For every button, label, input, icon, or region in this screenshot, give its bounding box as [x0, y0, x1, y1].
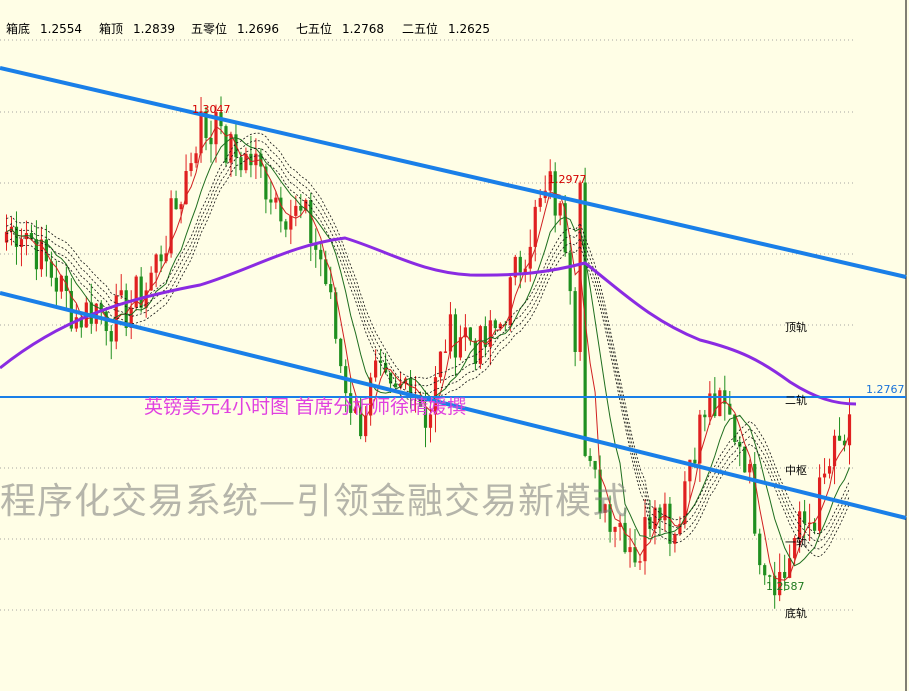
candle-body [478, 326, 482, 364]
stat-box-top: 箱顶 1.2839 [99, 20, 175, 37]
candle-body [733, 414, 737, 442]
chart-area: 箱底 1.2554 箱顶 1.2839 五零位 1.2696 七五位 1.2768 二五… [0, 0, 909, 691]
candle-body [533, 206, 537, 247]
candle-body [294, 205, 298, 216]
stat-twenty-five: 二五位 1.2625 [402, 20, 490, 37]
candle-body [284, 221, 288, 230]
candle-body [643, 517, 647, 562]
candle-body [817, 477, 822, 531]
candle-body [668, 503, 672, 544]
candle-body [837, 435, 842, 441]
candle-body [827, 466, 832, 474]
high-label-1: 1.3047 [192, 103, 231, 116]
candle-body [633, 547, 637, 563]
candle-body [768, 575, 772, 577]
candle-body [448, 314, 453, 352]
candle-body [274, 197, 278, 203]
candle-body [269, 199, 273, 203]
stat-label: 七五位 [296, 22, 333, 36]
stat-value: 1.2768 [342, 22, 385, 36]
candle-body [593, 460, 597, 470]
stat-value: 1.2554 [40, 22, 83, 36]
high-label-2: 1.2977 [548, 173, 587, 186]
candle-body [393, 383, 398, 388]
stat-value: 1.2696 [237, 22, 280, 36]
candle-body [738, 441, 742, 447]
level-2-label: 二轨 [785, 394, 807, 407]
candle-body [174, 198, 178, 210]
current-price-label: 1.2767 [866, 383, 905, 396]
candle-body [224, 126, 228, 163]
candle-body [473, 340, 477, 364]
candle-body [54, 277, 58, 292]
candle-body [763, 565, 767, 576]
candle-body [568, 252, 572, 292]
candle-body [693, 459, 697, 464]
candle-body [822, 473, 827, 478]
candle-body [109, 331, 113, 342]
candle-body [812, 522, 817, 531]
candle-body [189, 163, 193, 172]
low-label: 1.2587 [766, 580, 805, 593]
candle-body [847, 414, 852, 446]
candle-body [194, 153, 198, 164]
stat-label: 五零位 [191, 22, 228, 36]
candle-body [663, 503, 667, 521]
candle-body [493, 320, 497, 329]
candle-body [134, 276, 138, 308]
candle-body [309, 200, 313, 244]
candle-body [588, 455, 592, 461]
candle-body [339, 338, 343, 367]
candle-body [39, 239, 44, 270]
level-1-label: 一轨 [785, 536, 807, 549]
candle-body [319, 249, 323, 260]
candle-body [758, 533, 762, 566]
candle-body [438, 351, 443, 378]
candle-body [453, 314, 458, 358]
level-bottom-label: 底轨 [785, 607, 807, 620]
candle-body [578, 182, 582, 352]
candle-body [254, 153, 258, 166]
candle-body [573, 291, 577, 352]
candle-body [743, 446, 747, 473]
channel-upper-line [0, 66, 907, 279]
candle-body [374, 360, 378, 378]
candle-body [508, 277, 512, 326]
candle-body [179, 204, 183, 210]
stat-label: 箱顶 [99, 22, 124, 36]
stat-label: 二五位 [402, 22, 439, 36]
candle-body [119, 290, 123, 296]
candle-body [443, 351, 448, 353]
watermark-text: 程序化交易系统—引领金融交易新模式 [0, 481, 630, 522]
stat-value: 1.2625 [448, 22, 491, 36]
candle-body [518, 256, 522, 273]
stat-value: 1.2839 [133, 22, 176, 36]
candle-body [748, 463, 752, 473]
stat-box-bottom: 箱底 1.2554 [6, 20, 82, 37]
candle-body [289, 215, 293, 230]
stat-label: 箱底 [6, 22, 31, 36]
candle-body [154, 254, 158, 273]
stat-fifty: 五零位 1.2696 [191, 20, 279, 37]
stat-seventy-five: 七五位 1.2768 [296, 20, 384, 37]
candle-body [783, 571, 787, 578]
candle-body [613, 526, 617, 532]
candle-body [628, 547, 632, 553]
level-mid-label: 中枢 [785, 464, 807, 477]
candle-body [538, 198, 542, 207]
candle-body [703, 414, 707, 418]
level-top-label: 顶轨 [785, 321, 807, 334]
candle-body [159, 254, 163, 262]
candle-body [623, 522, 627, 553]
candle-body [558, 203, 562, 216]
candle-body [488, 320, 492, 347]
candle-body [329, 284, 333, 293]
ma-long-line [0, 236, 857, 406]
chart-caption: 英镑美元4小时图 首席分析师徐晴媛撰 [144, 396, 467, 418]
level-summary-bar: 箱底 1.2554 箱顶 1.2839 五零位 1.2696 七五位 1.2768 二五… [0, 0, 909, 40]
candle-body [209, 137, 213, 145]
candle-body [638, 561, 642, 563]
